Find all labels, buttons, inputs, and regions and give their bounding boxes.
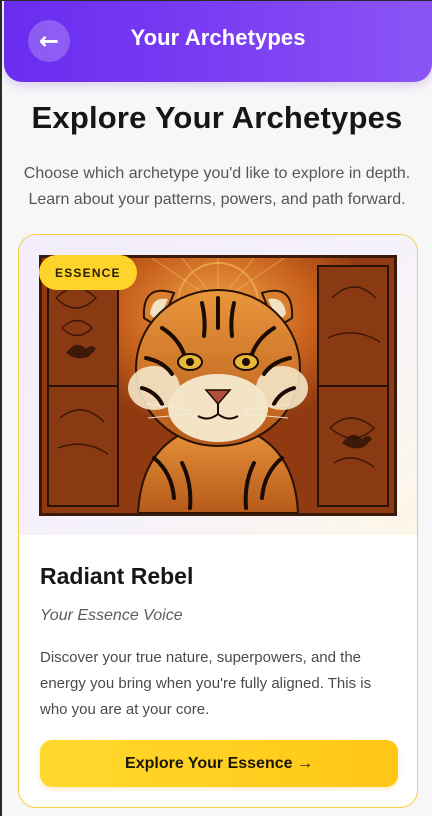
explore-essence-button[interactable]: Explore Your Essence → <box>40 740 398 787</box>
app-bar-title: Your Archetypes <box>130 25 306 50</box>
intro-text: Choose which archetype you'd like to exp… <box>23 165 411 208</box>
archetype-subtitle: Your Essence Voice <box>40 607 183 624</box>
archetype-title: Radiant Rebel <box>40 563 194 589</box>
card-media: ESSENCE <box>19 235 417 535</box>
app-screen: ← Your Archetypes Explore Your Archetype… <box>0 0 432 816</box>
tiger-illustration <box>39 255 397 516</box>
archetype-description: Discover your true nature, superpowers, … <box>40 649 372 718</box>
page-title: Explore Your Archetypes <box>31 100 403 135</box>
top-app-bar: ← Your Archetypes <box>4 1 432 82</box>
essence-badge: ESSENCE <box>39 255 137 290</box>
archetype-card-essence: ESSENCE Radiant Rebel Your Essence Voice… <box>18 234 418 808</box>
